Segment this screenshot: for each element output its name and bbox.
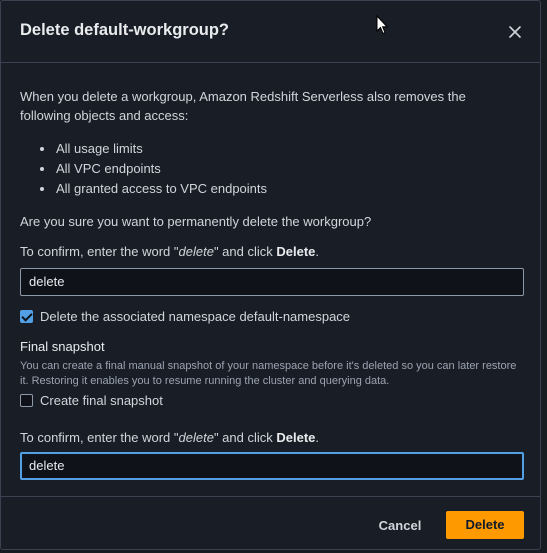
confirm-suffix: . xyxy=(315,244,320,259)
list-item: All usage limits xyxy=(38,139,267,159)
confirm-middle: " and click xyxy=(213,244,277,259)
footer-divider xyxy=(1,496,540,497)
confirm-action: Delete xyxy=(276,430,316,445)
dialog-title: Delete default-workgroup? xyxy=(20,21,230,39)
confirm-prefix: To confirm, enter the word " xyxy=(20,430,179,445)
cancel-button[interactable]: Cancel xyxy=(369,513,431,539)
close-icon[interactable] xyxy=(506,23,524,41)
removed-items-list: All usage limits All VPC endpoints All g… xyxy=(20,139,267,199)
list-item: All granted access to VPC endpoints xyxy=(38,179,267,199)
snapshot-checkbox[interactable] xyxy=(20,394,33,407)
confirm-action: Delete xyxy=(276,244,316,259)
confirm-suffix: . xyxy=(315,430,320,445)
confirm-middle: " and click xyxy=(213,430,277,445)
snapshot-checkbox-label: Create final snapshot xyxy=(40,393,163,408)
delete-workgroup-dialog: Delete default-workgroup? When you delet… xyxy=(0,0,541,550)
intro-text: When you delete a workgroup, Amazon Reds… xyxy=(20,89,466,123)
confirm-word: delete xyxy=(178,244,214,259)
confirm-question: Are you sure you want to permanently del… xyxy=(20,214,372,229)
snapshot-checkbox-row[interactable]: Create final snapshot xyxy=(20,393,163,408)
confirm-label-1: To confirm, enter the word "delete" and … xyxy=(20,244,319,259)
dialog-header: Delete default-workgroup? xyxy=(1,1,540,63)
namespace-checkbox[interactable] xyxy=(20,310,33,323)
snapshot-description: You can create a final manual snapshot o… xyxy=(20,360,517,387)
namespace-checkbox-row[interactable]: Delete the associated namespace default-… xyxy=(20,309,350,324)
confirm-input-1[interactable]: delete xyxy=(20,268,524,296)
confirm-label-2: To confirm, enter the word "delete" and … xyxy=(20,430,319,445)
confirm-prefix: To confirm, enter the word " xyxy=(20,244,179,259)
snapshot-title: Final snapshot xyxy=(20,339,105,354)
confirm-input-2[interactable]: delete xyxy=(20,452,524,480)
list-item: All VPC endpoints xyxy=(38,159,267,179)
mouse-cursor-icon xyxy=(376,14,389,40)
confirm-word: delete xyxy=(178,430,214,445)
namespace-checkbox-label: Delete the associated namespace default-… xyxy=(40,309,351,324)
delete-button[interactable]: Delete xyxy=(446,511,524,539)
